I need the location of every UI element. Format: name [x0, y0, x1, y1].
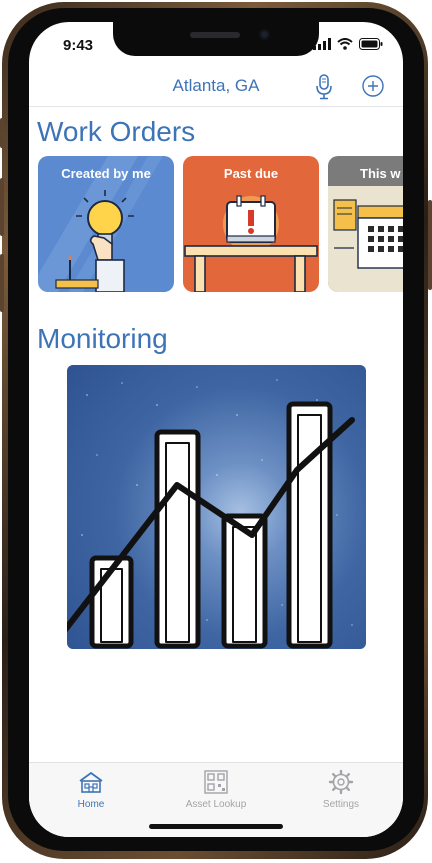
power-button: [428, 200, 432, 290]
tab-asset-lookup[interactable]: Asset Lookup: [166, 769, 266, 813]
card-this-week[interactable]: This w: [328, 156, 403, 292]
card-label: This w: [360, 166, 401, 181]
qr-code-icon: [204, 770, 228, 794]
volume-down-button: [0, 254, 4, 312]
card-created-by-me[interactable]: Created by me: [38, 156, 174, 292]
home-indicator[interactable]: [149, 824, 283, 829]
card-label: Past due: [223, 166, 279, 181]
tab-label: Asset Lookup: [185, 799, 247, 810]
location-selector[interactable]: Atlanta, GA: [29, 76, 403, 96]
microphone-icon[interactable]: [313, 74, 335, 100]
card-label: Created by me: [61, 166, 151, 181]
tab-label: Settings: [322, 799, 360, 810]
volume-up-button: [0, 178, 4, 236]
card-past-due[interactable]: Past due: [183, 156, 319, 292]
monitoring-tile[interactable]: [67, 365, 366, 649]
app-screen: 9:43 Atlanta, GA Work Orders Created by …: [29, 22, 403, 837]
work-orders-title: Work Orders: [37, 116, 196, 147]
phone-device: 9:43 Atlanta, GA Work Orders Created by …: [0, 0, 432, 863]
work-orders-carousel[interactable]: Created by me Past due This w: [38, 156, 403, 292]
app-header: Atlanta, GA: [29, 66, 403, 107]
tab-label: Home: [77, 799, 105, 810]
front-camera: [259, 29, 270, 40]
speaker-grille: [190, 32, 240, 38]
mute-switch: [0, 118, 4, 148]
battery-icon: [359, 38, 383, 50]
tab-home[interactable]: Home: [41, 769, 141, 813]
device-notch: [113, 22, 319, 56]
status-icons: [313, 38, 383, 50]
add-icon[interactable]: [362, 75, 384, 97]
status-time: 9:43: [63, 37, 94, 54]
home-icon: [79, 771, 103, 793]
gear-icon: [328, 769, 354, 795]
wifi-icon: [337, 38, 353, 50]
bar-chart-illustration: [67, 379, 355, 649]
monitoring-title: Monitoring: [37, 323, 168, 354]
tab-settings[interactable]: Settings: [291, 769, 391, 813]
